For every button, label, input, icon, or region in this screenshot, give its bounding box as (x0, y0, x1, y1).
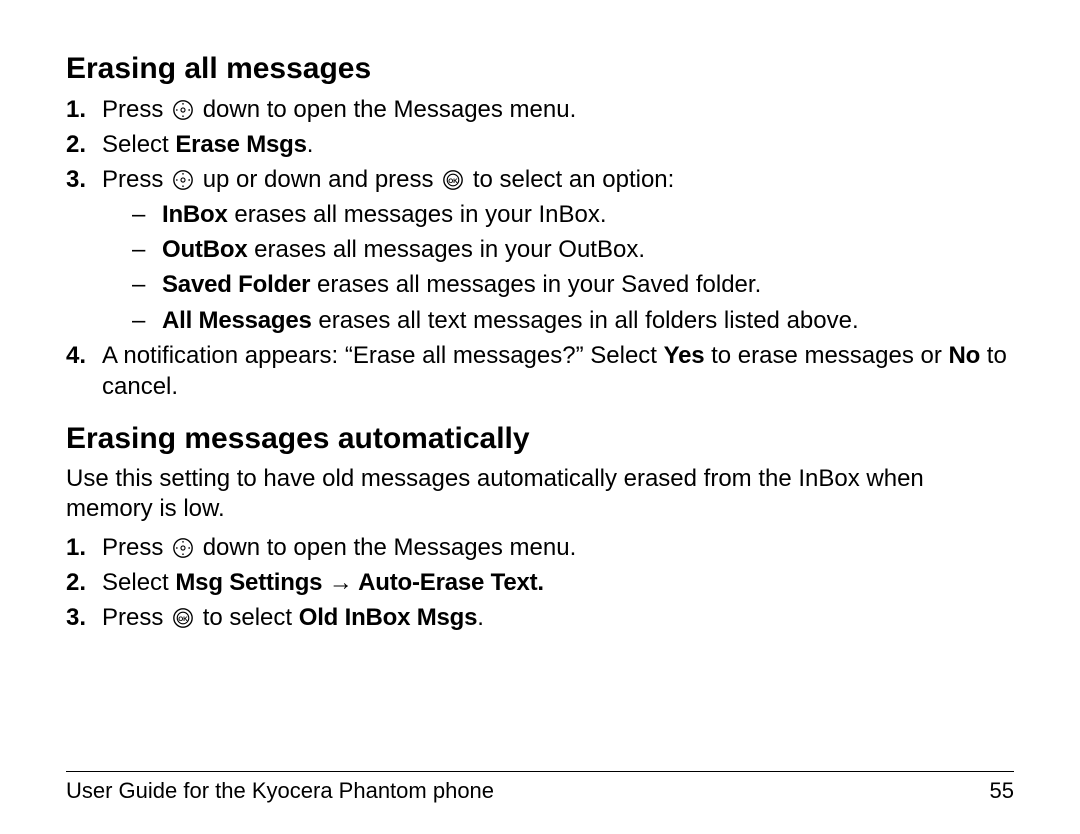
step-text: up or down and press (203, 166, 440, 193)
sub-text: erases all messages in your InBox. (228, 201, 607, 228)
ui-label: Msg Settings → Auto-Erase Text. (175, 569, 544, 596)
ui-label: Old InBox Msgs (299, 604, 478, 631)
step-1-3: 3. Press up or down and press to select … (66, 164, 1014, 336)
ok-key-icon (172, 607, 194, 629)
step-text: A notification appears: “Erase all messa… (102, 342, 664, 369)
step-text: to select an option: (473, 166, 674, 193)
ui-label: OutBox (162, 236, 247, 263)
step-text: . (477, 604, 484, 631)
step-text: Select (102, 569, 175, 596)
ui-label: InBox (162, 201, 228, 228)
step-1-2: 2. Select Erase Msgs. (66, 129, 1014, 160)
step-2-2: 2. Select Msg Settings → Auto-Erase Text… (66, 567, 1014, 598)
sub-item: Saved Folder erases all messages in your… (102, 269, 1014, 300)
step-2-1: 1. Press down to open the Messages menu. (66, 532, 1014, 563)
ui-label: No (949, 342, 981, 369)
sub-item: InBox erases all messages in your InBox. (102, 199, 1014, 230)
footer-title: User Guide for the Kyocera Phantom phone (66, 778, 494, 804)
step-2-3: 3. Press to select Old InBox Msgs. (66, 602, 1014, 633)
steps-list-2: 1. Press down to open the Messages menu.… (66, 532, 1014, 634)
step-text: Select (102, 131, 175, 158)
step-text: Press (102, 604, 170, 631)
heading-erasing-all: Erasing all messages (66, 50, 1014, 88)
ui-label: Erase Msgs (175, 131, 306, 158)
step-text: down to open the Messages menu. (203, 96, 577, 123)
nav-key-icon (172, 169, 194, 191)
sub-text: erases all messages in your Saved folder… (310, 271, 761, 298)
section-intro: Use this setting to have old messages au… (66, 464, 1014, 524)
step-text: to erase messages or (704, 342, 948, 369)
heading-erasing-auto: Erasing messages automatically (66, 420, 1014, 458)
ui-label: Saved Folder (162, 271, 310, 298)
step-text: Press (102, 96, 170, 123)
nav-key-icon (172, 537, 194, 559)
step-text: Press (102, 534, 170, 561)
document-page: Erasing all messages 1. Press down to op… (0, 0, 1080, 834)
sub-item: OutBox erases all messages in your OutBo… (102, 234, 1014, 265)
page-footer: User Guide for the Kyocera Phantom phone… (66, 771, 1014, 804)
step-text: down to open the Messages menu. (203, 534, 577, 561)
ui-label: All Messages (162, 307, 312, 334)
steps-list-1: 1. Press down to open the Messages menu.… (66, 94, 1014, 403)
sub-text: erases all messages in your OutBox. (247, 236, 645, 263)
page-number: 55 (990, 778, 1014, 804)
ok-key-icon (442, 169, 464, 191)
step-text: Press (102, 166, 170, 193)
sub-text: erases all text messages in all folders … (312, 307, 859, 334)
step-text: to select (203, 604, 299, 631)
ui-label: Yes (664, 342, 705, 369)
sub-item: All Messages erases all text messages in… (102, 305, 1014, 336)
step-1-4: 4. A notification appears: “Erase all me… (66, 340, 1014, 402)
step-1-1: 1. Press down to open the Messages menu. (66, 94, 1014, 125)
nav-key-icon (172, 99, 194, 121)
step-text: . (307, 131, 314, 158)
sub-options-list: InBox erases all messages in your InBox.… (102, 199, 1014, 336)
